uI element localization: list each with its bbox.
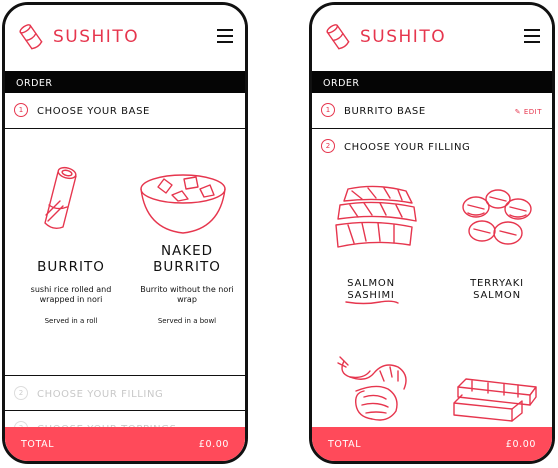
step-label: CHOOSE YOUR FILLING: [344, 142, 471, 153]
pencil-icon: ✎: [514, 108, 522, 116]
order-bar: ORDER: [5, 71, 245, 93]
phone-right: SUSHITO ORDER 1 BURRITO BASE ✎ EDIT 2 CH…: [309, 2, 555, 464]
step-choose-filling[interactable]: 2 CHOOSE YOUR FILLING: [312, 129, 552, 165]
filling-name: TERRYAKI SALMON: [470, 278, 524, 301]
option-description: sushi rice rolled and wrapped in nori: [30, 285, 112, 304]
option-title: BURRITO: [37, 259, 105, 275]
hamburger-menu-icon[interactable]: [524, 29, 540, 43]
option-title: NAKED BURRITO: [153, 243, 221, 275]
option-note: Served in a roll: [44, 317, 98, 325]
step-number: 1: [14, 103, 28, 117]
total-bar[interactable]: TOTAL £0.00: [312, 427, 552, 461]
crab-sticks-icon: [453, 378, 537, 422]
edit-link[interactable]: ✎ EDIT: [515, 108, 542, 116]
total-value: £0.00: [198, 439, 229, 450]
shrimp-icon: [337, 356, 407, 421]
burrito-roll-icon: [44, 166, 77, 230]
brand-name[interactable]: SUSHITO: [53, 27, 139, 47]
app-header: SUSHITO: [5, 5, 245, 69]
option-note: Served in a bowl: [157, 317, 217, 325]
salmon-sashimi-icon: [335, 185, 417, 248]
edit-label: EDIT: [523, 108, 542, 116]
sushi-roll-logo-icon: [326, 24, 350, 50]
total-label: TOTAL: [21, 439, 55, 450]
app-header: SUSHITO: [312, 5, 552, 69]
total-label: TOTAL: [328, 439, 362, 450]
total-value: £0.00: [505, 439, 536, 450]
step-burrito-base[interactable]: 1 BURRITO BASE ✎ EDIT: [312, 93, 552, 129]
total-bar[interactable]: TOTAL £0.00: [5, 427, 245, 461]
phone-left: SUSHITO ORDER 1 CHOOSE YOUR BASE BURRITO…: [2, 2, 248, 464]
sushi-roll-logo-icon: [19, 24, 43, 50]
bowl-icon: [140, 174, 226, 234]
selected-underline: [345, 300, 399, 305]
teriyaki-salmon-icon: [462, 189, 532, 245]
step-label: CHOOSE YOUR BASE: [37, 106, 150, 117]
step-number: 2: [321, 139, 335, 153]
step-choose-filling: 2 CHOOSE YOUR FILLING: [5, 375, 245, 411]
order-bar: ORDER: [312, 71, 552, 93]
step-number: 1: [321, 103, 335, 117]
hamburger-menu-icon[interactable]: [217, 29, 233, 43]
option-description: Burrito without the nori wrap: [140, 285, 234, 304]
step-label: CHOOSE YOUR FILLING: [37, 389, 164, 400]
step-label: BURRITO BASE: [344, 106, 426, 117]
step-choose-base[interactable]: 1 CHOOSE YOUR BASE: [5, 93, 245, 129]
brand-name[interactable]: SUSHITO: [360, 27, 446, 47]
step-number: 2: [14, 386, 28, 400]
